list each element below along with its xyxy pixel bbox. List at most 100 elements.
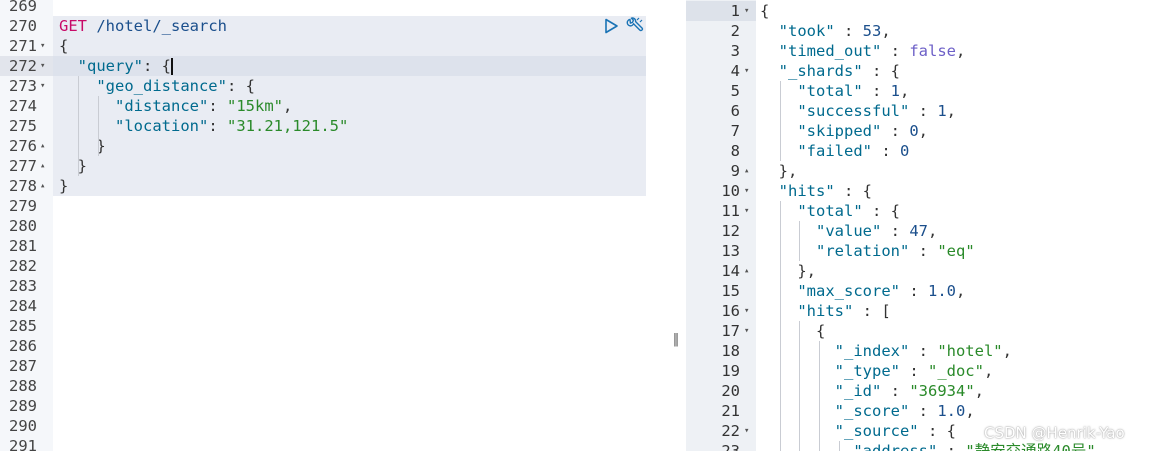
code-text: "_shards" : { bbox=[760, 61, 900, 81]
token-num: 1 bbox=[890, 82, 900, 100]
watermark: CSDN @Henrik-Yao bbox=[984, 424, 1125, 442]
code-line[interactable]: 7 "skipped" : 0, bbox=[686, 121, 1166, 141]
code-line[interactable]: 14 ▴ }, bbox=[686, 261, 1166, 281]
code-line[interactable]: 21 "_score" : 1.0, bbox=[686, 401, 1166, 421]
code-line[interactable]: 23 "address" : "静安交通路40号", bbox=[686, 441, 1166, 451]
token-key: "successful" bbox=[797, 102, 910, 120]
code-line[interactable]: 282 bbox=[0, 256, 666, 276]
play-icon[interactable] bbox=[603, 18, 619, 34]
code-line[interactable]: 10 ▾ "hits" : { bbox=[686, 181, 1166, 201]
line-number: 2 bbox=[730, 22, 740, 40]
code-line[interactable]: 276 ▴ } bbox=[0, 136, 666, 156]
indent-guide bbox=[799, 221, 800, 261]
token-punc: , bbox=[283, 97, 293, 115]
code-line[interactable]: 2 "took" : 53, bbox=[686, 21, 1166, 41]
token-punc: }, bbox=[760, 162, 798, 180]
code-line[interactable]: 5 "total" : 1, bbox=[686, 81, 1166, 101]
request-editor[interactable]: 269 270 GET /hotel/_search 271 ▾{272 ▾ "query… bbox=[0, 0, 666, 451]
fold-collapse-icon[interactable]: ▾ bbox=[744, 201, 749, 221]
wrench-icon[interactable] bbox=[626, 16, 646, 36]
code-line[interactable]: 12 "value" : 47, bbox=[686, 221, 1166, 241]
token-str: "15km" bbox=[227, 97, 283, 115]
fold-collapse-icon[interactable]: ▾ bbox=[744, 61, 749, 81]
code-line[interactable]: 289 bbox=[0, 396, 666, 416]
code-line[interactable]: 272 ▾ "query": { bbox=[0, 56, 666, 76]
line-number: 15 bbox=[721, 282, 740, 300]
code-line[interactable]: 288 bbox=[0, 376, 666, 396]
code-line[interactable]: 271 ▾ { bbox=[0, 36, 666, 56]
fold-collapse-icon[interactable]: ▾ bbox=[744, 421, 749, 441]
code-text: "_type" : "_doc", bbox=[760, 361, 994, 381]
token-punc: : bbox=[834, 22, 863, 40]
code-text: "timed_out" : false, bbox=[760, 41, 966, 61]
token-punc: : bbox=[208, 117, 227, 135]
fold-collapse-icon[interactable]: ▾ bbox=[40, 36, 45, 56]
code-line[interactable]: 270 GET /hotel/_search bbox=[0, 16, 666, 36]
code-line[interactable]: 17 ▾ { bbox=[686, 321, 1166, 341]
line-number: 283 bbox=[9, 277, 37, 295]
token-punc: : [ bbox=[853, 302, 891, 320]
code-line[interactable]: 281 bbox=[0, 236, 666, 256]
code-line[interactable]: 11 ▾ "total" : { bbox=[686, 201, 1166, 221]
token-key: "distance" bbox=[115, 97, 209, 115]
token-str: "eq" bbox=[937, 242, 975, 260]
line-number: 287 bbox=[9, 357, 37, 375]
token-key: "value" bbox=[816, 222, 882, 240]
code-line[interactable]: 286 bbox=[0, 336, 666, 356]
code-line[interactable]: 291 bbox=[0, 436, 666, 451]
fold-collapse-icon[interactable]: ▾ bbox=[40, 56, 45, 76]
code-line[interactable]: 8 "failed" : 0 bbox=[686, 141, 1166, 161]
token-punc: : bbox=[899, 282, 928, 300]
code-line[interactable]: 273 ▾ "geo_distance": { bbox=[0, 76, 666, 96]
code-line[interactable]: 6 "successful" : 1, bbox=[686, 101, 1166, 121]
code-line[interactable]: 277 ▴ } bbox=[0, 156, 666, 176]
code-line[interactable]: 18 "_index" : "hotel", bbox=[686, 341, 1166, 361]
fold-end-icon[interactable]: ▴ bbox=[40, 136, 45, 156]
response-viewer[interactable]: 1 ▾ {2 "took" : 53, 3 "timed_out" : false, 4… bbox=[686, 0, 1166, 451]
code-line[interactable]: 269 bbox=[0, 0, 666, 16]
token-key: "timed_out" bbox=[778, 42, 882, 60]
line-number: 288 bbox=[9, 377, 37, 395]
pane-resize-handle[interactable]: ‖ bbox=[666, 0, 686, 451]
token-punc bbox=[760, 302, 797, 320]
fold-collapse-icon[interactable]: ▾ bbox=[40, 76, 45, 96]
code-line[interactable]: 275 "location": "31.21,121.5" bbox=[0, 116, 666, 136]
fold-collapse-icon[interactable]: ▾ bbox=[744, 1, 749, 21]
code-line[interactable]: 279 bbox=[0, 196, 666, 216]
code-line[interactable]: 3 "timed_out" : false, bbox=[686, 41, 1166, 61]
code-line[interactable]: 283 bbox=[0, 276, 666, 296]
line-number: 281 bbox=[9, 237, 37, 255]
code-line[interactable]: 1 ▾ { bbox=[686, 1, 1166, 21]
fold-end-icon[interactable]: ▴ bbox=[744, 161, 749, 181]
token-key: "geo_distance" bbox=[96, 77, 227, 95]
token-punc bbox=[760, 362, 835, 380]
code-line[interactable]: 15 "max_score" : 1.0, bbox=[686, 281, 1166, 301]
code-text: "address" : "静安交通路40号", bbox=[760, 441, 1105, 451]
code-line[interactable]: 19 "_type" : "_doc", bbox=[686, 361, 1166, 381]
code-line[interactable]: 20 "_id" : "36934", bbox=[686, 381, 1166, 401]
code-line[interactable]: 280 bbox=[0, 216, 666, 236]
code-line[interactable]: 16 ▾ "hits" : [ bbox=[686, 301, 1166, 321]
fold-collapse-icon[interactable]: ▾ bbox=[744, 181, 749, 201]
code-text: "_score" : 1.0, bbox=[760, 401, 975, 421]
fold-collapse-icon[interactable]: ▾ bbox=[744, 321, 749, 341]
fold-end-icon[interactable]: ▴ bbox=[744, 261, 749, 281]
code-line[interactable]: 278 ▴} bbox=[0, 176, 666, 196]
token-str: "36934" bbox=[909, 382, 975, 400]
line-number: 22 bbox=[721, 422, 740, 440]
token-num: 53 bbox=[862, 22, 882, 40]
fold-end-icon[interactable]: ▴ bbox=[40, 176, 45, 196]
code-line[interactable]: 9 ▴ }, bbox=[686, 161, 1166, 181]
code-text: { bbox=[760, 1, 769, 21]
code-line[interactable]: 287 bbox=[0, 356, 666, 376]
fold-collapse-icon[interactable]: ▾ bbox=[744, 301, 749, 321]
token-str: "_doc" bbox=[927, 362, 984, 380]
code-line[interactable]: 290 bbox=[0, 416, 666, 436]
fold-end-icon[interactable]: ▴ bbox=[40, 156, 45, 176]
code-line[interactable]: 274 "distance": "15km", bbox=[0, 96, 666, 116]
code-line[interactable]: 13 "relation" : "eq" bbox=[686, 241, 1166, 261]
code-line[interactable]: 285 bbox=[0, 316, 666, 336]
line-number: 7 bbox=[730, 122, 740, 140]
code-line[interactable]: 4 ▾ "_shards" : { bbox=[686, 61, 1166, 81]
code-line[interactable]: 284 bbox=[0, 296, 666, 316]
